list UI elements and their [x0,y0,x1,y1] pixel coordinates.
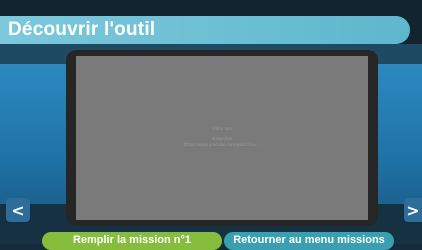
next-button[interactable]: > [404,198,422,222]
previous-button[interactable]: < [6,198,30,222]
chevron-right-icon: > [406,200,420,220]
return-menu-button[interactable]: Retourner au menu missions [224,232,394,250]
background-wall-left [0,64,70,214]
chevron-left-icon: < [11,200,25,220]
video-message-line: Vidéo non [212,126,232,131]
video-player[interactable]: Vidéo non disponible https://www.youtube… [76,56,368,220]
video-message-url: https://www.youtube.com/watch?v=... [183,142,261,147]
fill-mission-button[interactable]: Remplir la mission n°1 [42,232,222,250]
title-bar: Découvrir l'outil [0,16,410,44]
page-title: Découvrir l'outil [8,19,156,40]
